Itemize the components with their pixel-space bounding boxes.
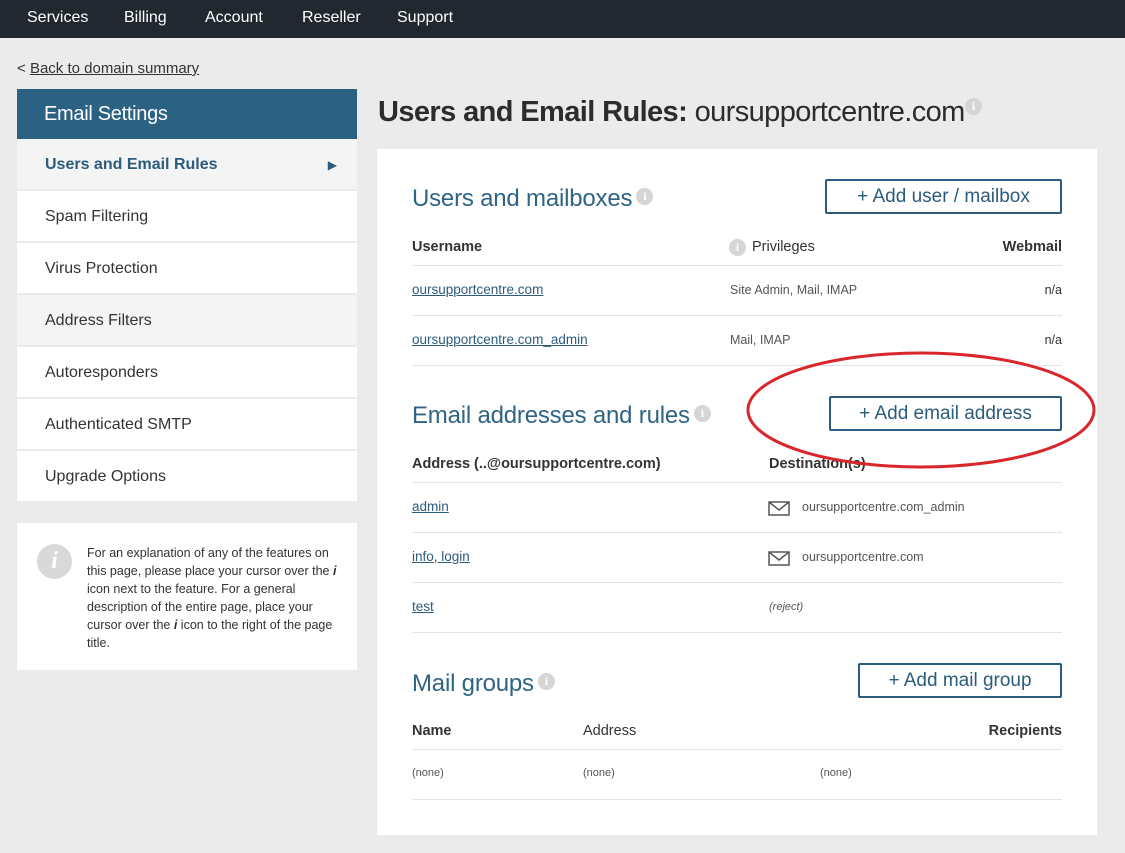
address-link[interactable]: admin [412,499,449,514]
active-arrow-icon: ▶ [327,158,337,172]
nav-reseller[interactable]: Reseller [302,0,361,38]
user-privileges: Site Admin, Mail, IMAP [730,283,858,297]
divider [412,582,1062,583]
add-mail-group-button[interactable]: + Add mail group [858,663,1062,698]
nav-account[interactable]: Account [205,0,263,38]
divider [412,482,1062,483]
main-panel: Users and mailboxes i + Add user / mailbo… [377,149,1097,835]
user-webmail: n/a [1044,283,1062,297]
col-username: Username [412,239,483,255]
page-title-label: Users and Email Rules: [378,96,688,128]
back-prefix: < [17,60,26,77]
mail-groups-info-icon[interactable]: i [537,673,555,691]
col-destinations: Destination(s) [769,456,866,472]
privileges-info-icon[interactable]: i [729,239,746,256]
divider [412,265,1062,266]
nav-support[interactable]: Support [397,0,453,38]
sidebar-item-label: Users and Email Rules [45,156,218,173]
info-icon: i [37,544,72,579]
col-name: Name [412,723,452,739]
users-info-icon[interactable]: i [636,188,654,206]
sidebar-item-address-filters[interactable]: Address Filters [17,295,357,347]
group-address: (none) [583,767,615,779]
col-privileges: Privileges [752,239,815,255]
divider [412,749,1062,750]
add-user-mailbox-button[interactable]: + Add user / mailbox [825,179,1062,214]
sidebar-item-label: Spam Filtering [45,208,149,225]
group-name: (none) [412,767,444,779]
page-title-domain: oursupportcentre.com [694,96,966,128]
sidebar-item-label: Address Filters [45,312,152,329]
help-text: For an explanation of any of the feature… [87,546,337,650]
mail-groups-section-title: Mail groups i [412,670,555,698]
nav-billing[interactable]: Billing [124,0,167,38]
users-section-title: Users and mailboxes i [412,185,654,213]
page-title: Users and Email Rules: oursupportcentre.… [378,96,982,129]
col-address: Address (..@oursupportcentre.com) [412,456,661,472]
addresses-info-icon[interactable]: i [693,405,711,423]
address-destination: (reject) [769,601,804,613]
sidebar-item-label: Virus Protection [45,260,158,277]
nav-services[interactable]: Services [27,0,88,38]
sidebar-item-users-and-email-rules[interactable]: Users and Email Rules ▶ [17,139,357,191]
sidebar-item-label: Upgrade Options [45,468,166,485]
col-group-address: Address [583,723,637,739]
address-link[interactable]: test [412,599,434,614]
address-link[interactable]: login [441,549,470,564]
sidebar-item-autoresponders[interactable]: Autoresponders [17,347,357,399]
address-destination: oursupportcentre.com_admin [802,500,965,514]
sidebar-title: Email Settings [17,89,357,139]
col-recipients: Recipients [988,723,1062,739]
address-destination: oursupportcentre.com [802,550,924,564]
sidebar-item-upgrade-options[interactable]: Upgrade Options [17,451,357,503]
user-privileges: Mail, IMAP [730,333,791,347]
divider [412,365,1062,366]
divider [412,532,1062,533]
mailbox-icon [768,501,790,516]
sidebar-item-spam-filtering[interactable]: Spam Filtering [17,191,357,243]
addresses-section-title: Email addresses and rules i [412,402,711,430]
col-webmail: Webmail [1002,239,1062,255]
sidebar-item-virus-protection[interactable]: Virus Protection [17,243,357,295]
sidebar-item-label: Autoresponders [45,364,158,381]
breadcrumb: < Back to domain summary [17,60,199,77]
divider [412,632,1062,633]
add-email-address-button[interactable]: + Add email address [829,396,1062,431]
divider [412,799,1062,800]
user-link[interactable]: oursupportcentre.com [412,282,543,297]
group-recipients: (none) [820,767,852,779]
sidebar-item-authenticated-smtp[interactable]: Authenticated SMTP [17,399,357,451]
sidebar-item-label: Authenticated SMTP [45,416,192,433]
page-info-icon[interactable]: i [964,98,982,116]
top-nav: Services Billing Account Reseller Suppor… [0,0,1125,38]
help-infobox: i For an explanation of any of the featu… [17,523,357,670]
address-link-group: info, login [412,549,470,564]
user-webmail: n/a [1044,333,1062,347]
back-to-domain-summary-link[interactable]: Back to domain summary [30,60,199,77]
user-link[interactable]: oursupportcentre.com_admin [412,332,588,347]
divider [412,315,1062,316]
sidebar: Email Settings Users and Email Rules ▶ S… [17,89,357,503]
address-link[interactable]: info [412,549,434,564]
mailbox-icon [768,551,790,566]
